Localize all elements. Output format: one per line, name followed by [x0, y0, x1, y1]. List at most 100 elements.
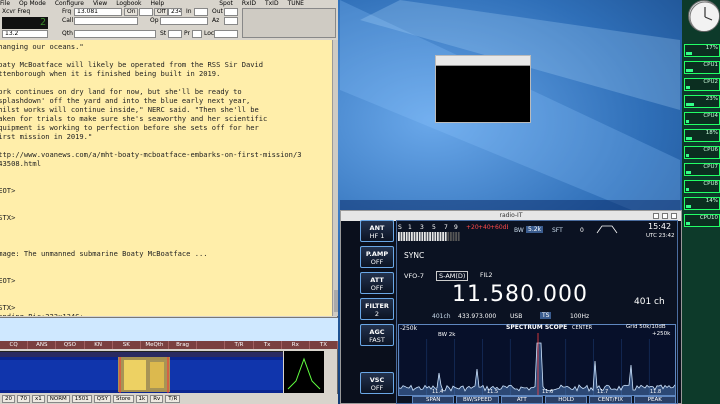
- s-meter-segment: [413, 232, 416, 241]
- hold-button[interactable]: HOLD: [544, 396, 588, 404]
- bw-label: BW: [514, 227, 524, 234]
- macro-button[interactable]: KN: [85, 341, 113, 349]
- s-meter-segment: [403, 232, 405, 241]
- menu-op-mode[interactable]: Op Mode: [19, 0, 46, 8]
- call-field[interactable]: [74, 17, 138, 25]
- macro-button[interactable]: Rx: [282, 341, 310, 349]
- cpu-meter: CPU1: [684, 61, 720, 74]
- cpu-meter-label: 14%: [705, 198, 718, 204]
- rx-text-line: [0, 294, 332, 303]
- out-field[interactable]: [224, 8, 238, 16]
- macro-button[interactable]: SK: [113, 341, 141, 349]
- pr-field[interactable]: [192, 30, 202, 38]
- radio-button-filter[interactable]: FILTER 2: [360, 298, 394, 320]
- radio-button-label: AGC: [369, 328, 385, 336]
- on-button[interactable]: On: [124, 8, 138, 16]
- frequency-display[interactable]: 2 11.580: [2, 17, 48, 40]
- rxid-toggle[interactable]: RxID: [242, 0, 256, 8]
- tuning-step-label[interactable]: TS: [540, 312, 552, 319]
- zoom-value[interactable]: x1: [32, 395, 45, 403]
- off-field[interactable]: 2342: [168, 8, 182, 16]
- st-field[interactable]: [168, 30, 182, 38]
- scope-tick-label: 11.6: [542, 389, 554, 395]
- att-button[interactable]: ATT: [500, 396, 543, 404]
- transmit-text-pane[interactable]: [0, 317, 338, 341]
- menu-help[interactable]: Help: [151, 0, 165, 8]
- span-button[interactable]: SPAN: [412, 396, 455, 404]
- radio-button-vsc[interactable]: VSC OFF: [360, 372, 394, 394]
- mode-label[interactable]: S-AM(D): [436, 271, 469, 281]
- macro-button[interactable]: QSO: [56, 341, 85, 349]
- qsy-button[interactable]: QSY: [93, 395, 111, 403]
- radio-button-value: FAST: [369, 336, 385, 344]
- carrier-freq[interactable]: 1501: [71, 395, 92, 403]
- speed-select[interactable]: NORM: [46, 395, 70, 403]
- cent-fix-button[interactable]: CENT/FIX: [589, 396, 632, 404]
- on-field[interactable]: [139, 8, 153, 16]
- main-frequency[interactable]: 11.580.000: [452, 283, 588, 307]
- tune-button[interactable]: TUNE: [288, 0, 304, 8]
- macro-button[interactable]: MeQth: [141, 341, 170, 349]
- rx-scroll-thumb[interactable]: [334, 290, 338, 312]
- radio-button-agc[interactable]: AGC FAST: [360, 324, 394, 346]
- txid-toggle[interactable]: TxID: [265, 0, 279, 8]
- filter-shape-icon: [596, 225, 618, 234]
- radio-button-ant[interactable]: ANT HF 1: [360, 220, 394, 242]
- bw-value[interactable]: 5.2k: [526, 226, 544, 233]
- menu-configure[interactable]: Configure: [55, 0, 84, 8]
- terminal-titlebar[interactable]: [436, 56, 530, 66]
- cpu-meter: CPU4: [684, 112, 720, 125]
- rx-text-line: 843508.html: [0, 159, 41, 168]
- close-icon[interactable]: [671, 213, 677, 219]
- spot-toggle[interactable]: Spot: [219, 0, 233, 8]
- vfo-label[interactable]: VFO-7: [404, 272, 424, 280]
- menu-file[interactable]: File: [0, 0, 10, 8]
- receive-text-pane[interactable]: changing our oceans." Boaty McBoatface w…: [0, 40, 332, 316]
- mode-field[interactable]: 13.2: [2, 30, 48, 38]
- s-meter-segment: [434, 232, 437, 241]
- s-meter-segment: [424, 232, 426, 241]
- menu-logbook[interactable]: Logbook: [116, 0, 141, 8]
- qth-field[interactable]: [74, 30, 156, 38]
- peak-button[interactable]: PEAK: [633, 396, 676, 404]
- s-meter-segment: [400, 232, 403, 241]
- store-button[interactable]: Store: [112, 395, 134, 403]
- rx-text-line: equipment is working to perfection befor…: [0, 123, 259, 132]
- range-value[interactable]: 70: [17, 395, 30, 403]
- cpu-meter-bar: [686, 222, 690, 225]
- macro-button[interactable]: CQ: [0, 341, 29, 349]
- radio-button-att[interactable]: ATT OFF: [360, 272, 394, 294]
- xcvr-freq-label: Xcvr Freq: [2, 8, 31, 15]
- tr-button[interactable]: T/R: [165, 395, 181, 403]
- in-field[interactable]: [194, 8, 208, 16]
- macro-button[interactable]: T/R: [225, 341, 254, 349]
- macro-button[interactable]: TX: [310, 341, 339, 349]
- radio-button-label: ATT: [370, 276, 384, 284]
- off-button[interactable]: Off: [154, 8, 168, 16]
- macro-button[interactable]: Brag: [169, 341, 198, 349]
- bw-speed-button[interactable]: BW/SPEED: [456, 396, 499, 404]
- lk-button[interactable]: 1k: [135, 395, 149, 403]
- terminal-window[interactable]: [435, 55, 531, 123]
- minimize-icon[interactable]: [653, 213, 659, 219]
- macro-button[interactable]: Tx: [254, 341, 282, 349]
- menu-view[interactable]: View: [93, 0, 107, 8]
- cpu-meter-label: CPU10: [699, 215, 718, 221]
- loc-field[interactable]: [214, 30, 238, 38]
- rev-button[interactable]: Rv: [150, 395, 164, 403]
- op-field[interactable]: [160, 17, 208, 25]
- frq-field[interactable]: 13.081: [74, 8, 122, 16]
- scope-span-low: -250k: [400, 325, 418, 332]
- waterfall-display[interactable]: [0, 351, 283, 393]
- log-notes-field[interactable]: [242, 8, 336, 38]
- scope-buttons: SPAN BW/SPEED ATT HOLD CENT/FIX PEAK: [412, 396, 676, 404]
- rx-text-line: Attenborough when it is finished being b…: [0, 69, 221, 78]
- macro-button[interactable]: ANS: [28, 341, 57, 349]
- maximize-icon[interactable]: [662, 213, 668, 219]
- az-field[interactable]: [224, 17, 238, 25]
- st-label: St: [160, 30, 167, 37]
- macro-button[interactable]: [197, 341, 226, 349]
- radio-button-p-amp[interactable]: P.AMP OFF: [360, 246, 394, 268]
- squelch-value[interactable]: 20: [2, 395, 15, 403]
- rx-scrollbar[interactable]: [332, 40, 338, 316]
